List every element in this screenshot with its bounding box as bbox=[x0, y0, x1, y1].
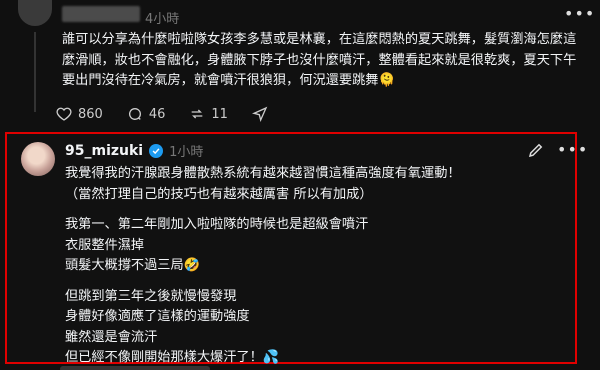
comment-icon bbox=[128, 108, 141, 120]
verified-badge-icon bbox=[149, 143, 164, 158]
original-post: 4小時 ••• 誰可以分享為什麼啦啦隊女孩李多慧或是林襄，在這麼悶熱的夏天跳舞，… bbox=[0, 0, 600, 132]
like-count: 860 bbox=[78, 106, 103, 122]
reply-line: 衣服整件濕掉 bbox=[65, 237, 145, 253]
username-redacted bbox=[62, 6, 140, 22]
comment-button[interactable]: 46 bbox=[127, 106, 166, 122]
reply-line: 雖然還是會流汗 bbox=[65, 329, 158, 345]
repost-count: 11 bbox=[211, 106, 228, 122]
reply-line: 但跳到第三年之後就慢慢發現 bbox=[65, 288, 237, 304]
avatar[interactable] bbox=[18, 0, 52, 26]
more-icon[interactable]: ••• bbox=[557, 140, 588, 159]
reply-text: 我覺得我的汗腺跟身體散熱系統有越來越習慣這種高強度有氧運動！ （當然打理自己的技… bbox=[65, 164, 565, 369]
reply-line: 身體好像適應了這樣的運動強度 bbox=[65, 309, 250, 324]
thread-view: 4小時 ••• 誰可以分享為什麼啦啦隊女孩李多慧或是林襄，在這麼悶熱的夏天跳舞，… bbox=[0, 0, 600, 370]
reply-line: 我覺得我的汗腺跟身體散熱系統有越來越習慣這種高強度有氧運動！ bbox=[65, 166, 461, 181]
highlighted-reply: 95_mizuki 1小時 ••• 我覺得我的汗腺跟身體散熱系統有越來越習慣這種… bbox=[5, 132, 587, 365]
reply-line: （當然打理自己的技巧也有越來越厲害 所以有加成） bbox=[65, 186, 373, 202]
next-item-peek bbox=[60, 366, 210, 370]
reply-line: 我第一、第二年剛加入啦啦隊的時候也是超級會噴汗 bbox=[65, 217, 369, 232]
like-button[interactable]: 860 bbox=[56, 106, 103, 122]
reply-line: 頭髮大概撐不過三局🤣 bbox=[65, 258, 201, 273]
reply-header: 95_mizuki 1小時 bbox=[65, 141, 204, 161]
post-text: 誰可以分享為什麼啦啦隊女孩李多慧或是林襄，在這麼悶熱的夏天跳舞，髮質瀏海怎麼這麼… bbox=[62, 32, 577, 88]
comment-count: 46 bbox=[148, 106, 166, 122]
edit-icon[interactable] bbox=[527, 141, 545, 159]
share-button[interactable] bbox=[251, 106, 268, 122]
avatar[interactable] bbox=[21, 142, 55, 176]
more-icon[interactable]: ••• bbox=[564, 4, 595, 23]
heart-icon bbox=[56, 107, 72, 121]
thread-line bbox=[34, 32, 36, 112]
repost-icon bbox=[192, 109, 203, 119]
post-time: 4小時 bbox=[145, 12, 180, 27]
reply-username[interactable]: 95_mizuki bbox=[65, 143, 143, 159]
post-actions: 860 46 11 bbox=[56, 104, 268, 124]
share-icon bbox=[251, 106, 268, 122]
reply-time: 1小時 bbox=[169, 145, 204, 160]
repost-button[interactable]: 11 bbox=[189, 106, 228, 122]
